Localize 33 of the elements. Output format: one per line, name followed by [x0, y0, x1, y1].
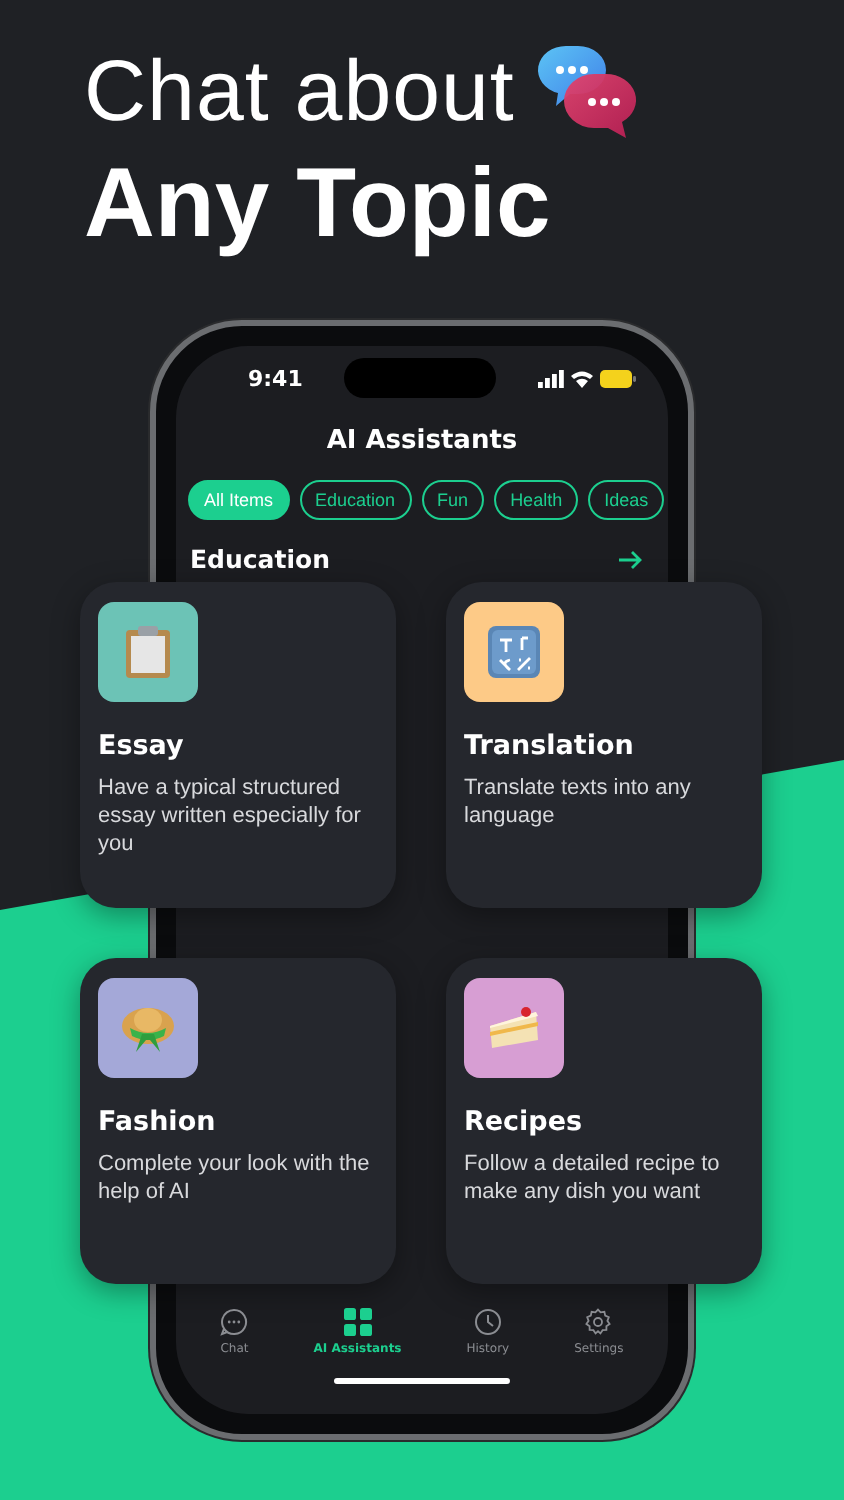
- clipboard-icon: [126, 626, 170, 678]
- card-title: Recipes: [464, 1106, 585, 1138]
- card-description: Complete your look with the help of AI: [98, 1150, 372, 1206]
- headline: Chat about: [84, 42, 515, 144]
- filter-chip[interactable]: Education: [299, 480, 412, 520]
- chat-icon: [220, 1308, 249, 1336]
- filter-chip[interactable]: Fun: [421, 480, 485, 520]
- arrow-right-icon[interactable]: [618, 549, 642, 569]
- wifi-icon: [570, 369, 594, 387]
- hat-icon: [120, 1002, 176, 1054]
- filter-chip[interactable]: Ideas: [588, 480, 665, 520]
- card-title: Fashion: [98, 1106, 218, 1138]
- assistant-card[interactable]: Essay Have a typical structured essay written especially for you: [80, 582, 396, 908]
- headline: Any Topic: [84, 148, 551, 262]
- signal-icon: [538, 369, 564, 387]
- assistant-card[interactable]: Translation Translate texts into any language: [446, 582, 762, 908]
- grid-icon: [343, 1308, 372, 1336]
- card-title: Essay: [98, 730, 186, 762]
- battery-icon: [600, 369, 636, 387]
- filter-chip[interactable]: Health: [494, 480, 579, 520]
- cake-icon: [488, 1006, 540, 1050]
- clock-icon: [473, 1308, 502, 1336]
- assistant-card[interactable]: Recipes Follow a detailed recipe to make any dish you want: [446, 958, 762, 1284]
- symbols-icon: [488, 626, 540, 678]
- screen-title: AI Assistants: [324, 426, 520, 456]
- card-description: Follow a detailed recipe to make any dish you want: [464, 1150, 722, 1206]
- section-title: Education: [190, 544, 330, 574]
- assistant-card[interactable]: Fashion Complete your look with the help of AI: [80, 958, 396, 1284]
- status-time: 9:41: [248, 365, 303, 391]
- card-description: Translate texts into any language: [464, 774, 693, 830]
- settings-icon: [584, 1308, 613, 1336]
- card-title: Translation: [464, 730, 636, 762]
- card-description: Have a typical structured essay written especially for you: [98, 774, 363, 858]
